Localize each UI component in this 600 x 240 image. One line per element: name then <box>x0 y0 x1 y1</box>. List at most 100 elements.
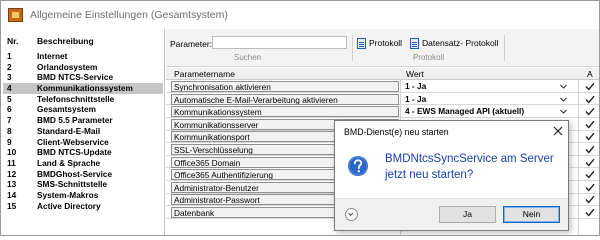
category-item-nr: 15 <box>7 200 17 211</box>
datensatz-protokoll-button-label: Datensatz- Protokoll <box>422 38 499 48</box>
protokoll-button-label: Protokoll <box>369 38 403 48</box>
column-header-a: A <box>587 69 593 79</box>
check-icon <box>585 170 595 179</box>
parameter-value[interactable]: 1 - Ja <box>403 94 574 105</box>
parameter-search-input[interactable] <box>212 36 347 49</box>
category-item[interactable]: 10 BMD NTCS-Update <box>3 147 163 158</box>
check-icon <box>585 120 595 129</box>
active-checkbox[interactable] <box>582 182 598 193</box>
active-checkbox[interactable] <box>582 207 598 218</box>
category-item[interactable]: 6 Gesamtsystem <box>3 104 163 115</box>
dialog-footer: Ja Nein <box>335 198 568 230</box>
category-item[interactable]: 1 Internet <box>3 51 163 62</box>
category-item[interactable]: 14 System-Makros <box>3 190 163 201</box>
category-item-nr: 3 <box>7 72 12 83</box>
dialog-body: BMDNtcsSyncService am Server jetzt neu s… <box>335 141 568 197</box>
check-icon <box>585 107 595 116</box>
category-item[interactable]: 4 Kommunikationssystem <box>3 83 163 94</box>
app-icon <box>8 8 23 22</box>
parameter-value[interactable]: 4 - EWS Managed API (aktuell) <box>403 106 574 117</box>
active-checkbox[interactable] <box>582 119 598 130</box>
table-row[interactable]: Automatische E-Mail-Verarbeitung aktivie… <box>166 93 599 106</box>
expand-details-button[interactable] <box>345 208 358 221</box>
column-header-description: Beschreibung <box>37 36 94 46</box>
title-bar: Allgemeine Einstellungen (Gesamtsystem) <box>1 1 599 29</box>
category-item-label: Active Directory <box>37 200 101 211</box>
document-icon <box>410 37 419 49</box>
category-item-nr: 13 <box>7 179 17 190</box>
category-item-nr: 7 <box>7 115 12 126</box>
active-checkbox[interactable] <box>582 106 598 117</box>
category-item-nr: 1 <box>7 51 12 61</box>
category-item-nr: 8 <box>7 125 12 136</box>
category-item-label: Standard-E-Mail <box>37 125 101 136</box>
category-item-label: BMDGhost-Service <box>37 168 113 179</box>
active-checkbox[interactable] <box>582 131 598 142</box>
chevron-down-icon <box>348 212 354 217</box>
group-label-suchen: Suchen <box>234 53 262 62</box>
category-item-label: Client-Webservice <box>37 136 109 147</box>
category-item-label: Land & Sprache <box>37 157 101 168</box>
category-item-nr: 4 <box>7 83 12 94</box>
document-icon <box>357 37 366 49</box>
category-item-nr: 14 <box>7 189 17 200</box>
toolbar-separator <box>504 35 505 61</box>
dialog-title: BMD-Dienst(e) neu starten <box>344 127 449 137</box>
category-item[interactable]: 3 BMD NTCS-Service <box>3 72 163 83</box>
category-item-nr: 11 <box>7 157 16 168</box>
category-item-label: Internet <box>37 51 68 61</box>
no-button[interactable]: Nein <box>503 206 560 223</box>
check-icon <box>585 82 595 91</box>
category-list-header: Nr. Beschreibung <box>7 36 163 48</box>
question-icon <box>348 156 368 176</box>
toolbar: Parameter: Protokoll Datensatz- Protokol… <box>166 29 599 67</box>
category-item-nr: 12 <box>7 168 17 179</box>
check-icon <box>585 158 595 167</box>
grid-header: Parametername Wert A <box>166 68 599 80</box>
check-icon <box>585 183 595 192</box>
close-icon[interactable] <box>552 125 564 137</box>
category-list: Nr. Beschreibung 1 Internet 2 Orlandosystem… <box>1 29 165 235</box>
column-header-nr: Nr. <box>7 36 19 46</box>
check-icon <box>585 95 595 104</box>
category-item-label: Gesamtsystem <box>37 104 97 115</box>
active-checkbox[interactable] <box>582 157 598 168</box>
category-item-label: Orlandosystem <box>37 61 98 72</box>
category-item-label: Kommunikationssystem <box>37 83 133 94</box>
active-checkbox[interactable] <box>582 144 598 155</box>
restart-dialog: BMD-Dienst(e) neu starten BMDNtcsSyncSer… <box>334 120 569 231</box>
active-checkbox[interactable] <box>582 169 598 180</box>
active-checkbox[interactable] <box>582 194 598 205</box>
column-header-wert: Wert <box>406 69 424 79</box>
category-item[interactable]: 2 Orlandosystem <box>3 62 163 73</box>
dialog-message-line1: BMDNtcsSyncService am Server <box>385 153 554 165</box>
category-item[interactable]: 7 BMD 5.5 Parameter <box>3 115 163 126</box>
category-item[interactable]: 5 Telefonschnittstelle <box>3 94 163 105</box>
parameter-label: Parameter: <box>170 39 213 49</box>
active-checkbox[interactable] <box>582 94 598 105</box>
parameter-name: Synchronisation aktivieren <box>171 81 399 92</box>
category-item[interactable]: 12 BMDGhost-Service <box>3 169 163 180</box>
chevron-down-icon[interactable] <box>559 107 568 116</box>
protokoll-button[interactable]: Protokoll <box>357 37 402 49</box>
datensatz-protokoll-button[interactable]: Datensatz- Protokoll <box>410 37 499 49</box>
category-item[interactable]: 8 Standard-E-Mail <box>3 126 163 137</box>
chevron-down-icon[interactable] <box>559 82 568 91</box>
category-item[interactable]: 9 Client-Webservice <box>3 137 163 148</box>
category-item[interactable]: 15 Active Directory <box>3 201 163 212</box>
category-item-nr: 5 <box>7 93 12 104</box>
table-row[interactable]: Synchronisation aktivieren 1 - Ja <box>166 81 599 93</box>
yes-button[interactable]: Ja <box>439 206 496 223</box>
category-item[interactable]: 13 SMS-Schnittstelle <box>3 179 163 190</box>
chevron-down-icon[interactable] <box>559 95 568 104</box>
category-item[interactable]: 11 Land & Sprache <box>3 158 163 169</box>
parameter-value[interactable]: 1 - Ja <box>403 81 574 92</box>
category-item-nr: 10 <box>7 147 17 158</box>
table-row[interactable]: Kommunikationssystem 4 - EWS Managed API … <box>166 106 599 119</box>
parameter-name: Automatische E-Mail-Verarbeitung aktivie… <box>171 93 399 105</box>
active-checkbox[interactable] <box>582 81 598 92</box>
toolbar-separator <box>352 35 353 61</box>
settings-window: Allgemeine Einstellungen (Gesamtsystem) … <box>0 0 600 236</box>
grid-divider <box>578 80 579 235</box>
check-icon <box>585 208 595 217</box>
